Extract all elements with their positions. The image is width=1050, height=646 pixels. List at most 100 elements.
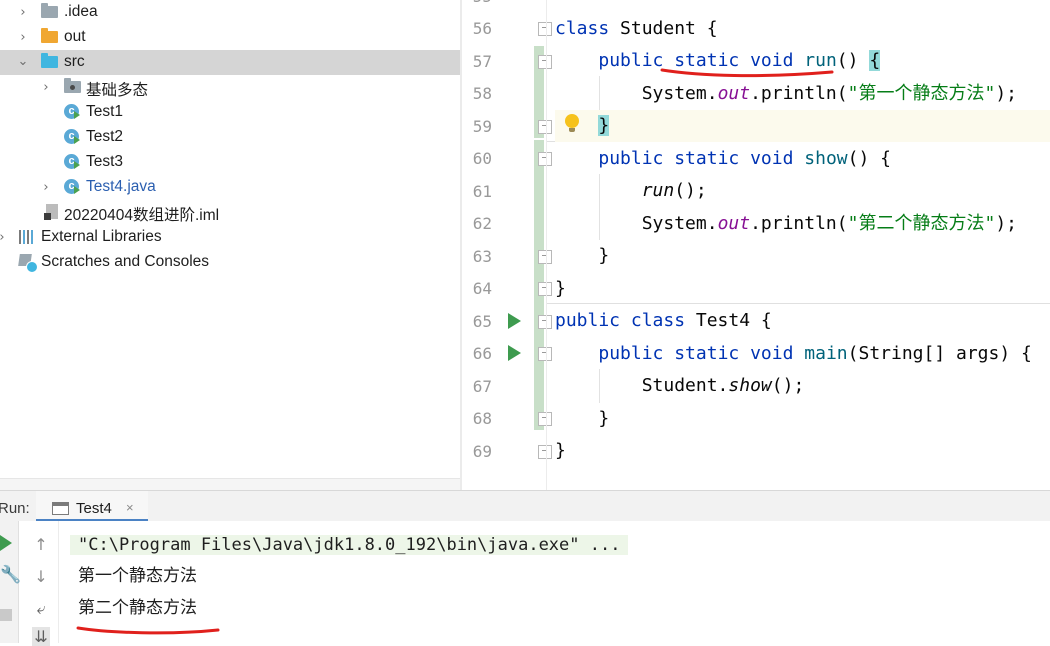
chevron-right-icon[interactable]: › — [39, 180, 53, 195]
code-line[interactable]: public class Test4 { — [555, 305, 1050, 337]
fold-toggle-icon[interactable] — [538, 55, 552, 69]
run-console[interactable]: "C:\Program Files\Java\jdk1.8.0_192\bin\… — [0, 521, 1050, 643]
java-class-icon: c — [64, 179, 81, 195]
line-number: 67 — [472, 377, 492, 396]
chevron-right-icon[interactable]: › — [39, 80, 53, 95]
method-name: main — [804, 343, 848, 364]
tree-item-package[interactable]: › 基础多态 — [0, 75, 460, 100]
down-arrow-icon[interactable]: ↓ — [32, 567, 50, 586]
code-text: System. — [641, 83, 718, 104]
string-literal: "第二个静态方法" — [847, 213, 996, 234]
code-text: } — [598, 408, 610, 429]
line-number: 64 — [472, 279, 492, 298]
code-line[interactable]: public static void run() { — [555, 45, 1050, 77]
fold-toggle-icon[interactable] — [538, 347, 552, 361]
console-toolbar: ↑ ↓ ⤶ ⇊ — [24, 521, 59, 646]
method-name: run — [804, 50, 837, 71]
matched-brace: } — [598, 115, 610, 136]
code-text: .println( — [750, 213, 848, 234]
code-line[interactable]: public static void show() { — [555, 143, 1050, 175]
keyword: public static void — [598, 50, 794, 71]
code-editor[interactable]: 55 56 57 58 59 60 61 62 63 64 65 66 67 6… — [462, 0, 1050, 490]
method-name: show — [804, 148, 848, 169]
up-arrow-icon[interactable]: ↑ — [32, 535, 50, 554]
tree-item-iml[interactable]: 20220404数组进阶.iml — [0, 200, 460, 225]
chevron-down-icon[interactable]: ⌄ — [16, 54, 30, 69]
code-text: Student. — [641, 375, 729, 396]
line-number: 61 — [472, 182, 492, 201]
tree-item-label: 基础多态 — [86, 82, 149, 99]
console-line: 第一个静态方法 — [78, 566, 197, 586]
tree-item-label: src — [64, 53, 85, 70]
code-text: ); — [995, 83, 1017, 104]
keyword: public static void — [598, 148, 794, 169]
fold-toggle-icon[interactable] — [538, 120, 552, 134]
fold-toggle-icon[interactable] — [538, 315, 552, 329]
stop-icon[interactable] — [0, 609, 12, 621]
tree-item-test3[interactable]: c Test3 — [0, 150, 460, 175]
line-number: 65 — [472, 312, 492, 331]
tree-item-test4[interactable]: › c Test4.java — [0, 175, 460, 200]
chevron-right-icon[interactable]: › — [16, 30, 30, 45]
code-text: (); — [674, 180, 707, 201]
fold-toggle-icon[interactable] — [538, 445, 552, 459]
lightbulb-icon[interactable] — [565, 114, 579, 132]
line-number: 55 — [462, 0, 492, 6]
fold-toggle-icon[interactable] — [538, 250, 552, 264]
tree-item-test1[interactable]: c Test1 — [0, 100, 460, 125]
tree-item-test2[interactable]: c Test2 — [0, 125, 460, 150]
run-gutter-icon[interactable] — [508, 345, 521, 361]
line-number: 69 — [472, 442, 492, 461]
folder-icon — [41, 3, 58, 20]
line-number: 68 — [472, 409, 492, 428]
tree-item-label: 20220404数组进阶.iml — [64, 207, 220, 224]
scroll-to-end-icon[interactable]: ⇊ — [32, 627, 50, 646]
run-panel-label: Run: — [0, 500, 30, 517]
run-side-toolbar: 🔧 — [0, 521, 21, 643]
current-code-line[interactable]: } — [555, 110, 1050, 142]
tree-item-label: out — [64, 28, 86, 45]
fold-toggle-icon[interactable] — [538, 412, 552, 426]
wrench-icon[interactable]: 🔧 — [0, 565, 21, 585]
code-line[interactable]: class Student { — [555, 13, 1050, 45]
code-text: Student { — [609, 18, 718, 39]
code-text: } — [555, 278, 566, 299]
code-line[interactable]: Student.show(); — [555, 370, 1050, 402]
static-field: out — [717, 213, 751, 234]
tree-item-label: Scratches and Consoles — [41, 253, 210, 270]
tree-item-label: Test1 — [86, 103, 124, 120]
code-text: () { — [847, 148, 891, 169]
line-number: 66 — [472, 344, 492, 363]
code-line[interactable]: } — [555, 273, 1050, 305]
run-tab[interactable]: Test4 × — [36, 491, 148, 522]
code-line[interactable]: } — [555, 403, 1050, 435]
code-line[interactable]: run(); — [555, 175, 1050, 207]
code-line[interactable]: } — [555, 435, 1050, 467]
tree-item-idea[interactable]: › .idea — [0, 0, 460, 25]
fold-toggle-icon[interactable] — [538, 22, 552, 36]
chevron-right-icon[interactable]: › — [0, 230, 9, 245]
code-line[interactable]: System.out.println("第一个静态方法"); — [555, 78, 1050, 110]
folder-orange-icon — [41, 28, 58, 45]
scratches-icon — [18, 254, 38, 273]
close-icon[interactable]: × — [126, 500, 134, 515]
chevron-right-icon[interactable]: › — [16, 5, 30, 20]
run-tab-label: Test4 — [76, 500, 112, 517]
soft-wrap-icon[interactable]: ⤶ — [32, 599, 50, 619]
run-gutter-icon[interactable] — [508, 313, 521, 329]
code-line[interactable]: } — [555, 240, 1050, 272]
code-line[interactable]: public static void main(String[] args) { — [555, 338, 1050, 370]
tree-item-src[interactable]: ⌄ src — [0, 50, 460, 75]
package-icon — [64, 78, 81, 95]
horizontal-scrollbar[interactable] — [0, 478, 460, 490]
rerun-icon[interactable] — [0, 535, 12, 551]
fold-toggle-icon[interactable] — [538, 282, 552, 296]
tree-item-scratches[interactable]: Scratches and Consoles — [0, 250, 460, 275]
code-text: } — [598, 245, 610, 266]
code-line[interactable]: System.out.println("第二个静态方法"); — [555, 208, 1050, 240]
line-number: 58 — [472, 84, 492, 103]
console-line: "C:\Program Files\Java\jdk1.8.0_192\bin\… — [70, 529, 629, 561]
tree-item-out[interactable]: › out — [0, 25, 460, 50]
fold-toggle-icon[interactable] — [538, 152, 552, 166]
tree-item-external-libraries[interactable]: › External Libraries — [0, 225, 460, 250]
